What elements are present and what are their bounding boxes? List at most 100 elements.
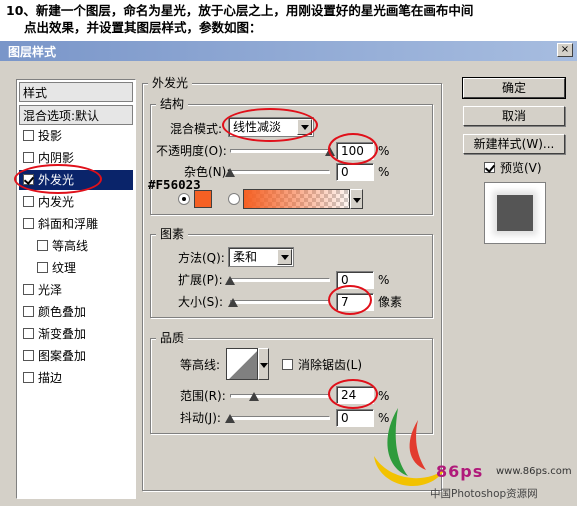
caption-line-2: 点出效果，并设置其图层样式，参数如图： [24,20,262,35]
sidebar-item[interactable]: 等高线 [19,236,133,256]
size-slider-thumb[interactable] [228,298,238,307]
styles-list: 样式 混合选项:默认 投影 内阴影 外发光 内发光 斜面和浮雕 等高线 纹理 光泽 颜色叠加 渐变… [16,79,136,499]
range-label: 范围(R): [180,389,226,403]
sidebar-item-checkbox[interactable] [37,240,48,251]
spread-label: 扩展(P): [178,273,223,287]
watermark-site-name: 中国Photoshop资源网 [430,488,538,500]
elements-title: 图素 [156,227,189,241]
preview-checkbox-box[interactable] [484,162,495,173]
annotation-circle-outer-glow [14,164,102,194]
sidebar-item-checkbox[interactable] [37,262,48,273]
size-unit: 像素 [378,295,403,309]
preview-checkbox[interactable] [484,161,499,175]
noise-slider-thumb[interactable] [225,168,235,177]
caption-line-1: 10、新建一个图层，命名为星光，放于心层之上，用刚设置好的星光画笔在画布中间 [6,3,474,18]
jitter-slider-track[interactable] [230,416,330,420]
blend-mode-label: 混合模式: [170,122,223,136]
antialias-label: 消除锯齿(L) [298,358,363,372]
style-preview-box [484,182,546,244]
sidebar-item[interactable]: 渐变叠加 [19,324,133,344]
noise-slider-track[interactable] [230,170,330,174]
blend-options-item[interactable]: 混合选项:默认 [19,105,133,125]
sidebar-item[interactable]: 描边 [19,368,133,388]
range-slider-thumb[interactable] [249,392,259,401]
ok-button[interactable]: 确定 [462,77,566,99]
size-slider-track[interactable] [230,300,330,304]
sidebar-item[interactable]: 投影 [19,126,133,146]
range-slider-track[interactable] [230,394,330,398]
sidebar-item[interactable]: 内发光 [19,192,133,212]
spread-slider-thumb[interactable] [225,276,235,285]
chevron-down-icon [260,363,268,368]
sidebar-item-label: 图案叠加 [38,349,87,363]
sidebar-item[interactable]: 颜色叠加 [19,302,133,322]
spread-slider-track[interactable] [230,278,330,282]
watermark-brand: 86ps [436,462,484,481]
sidebar-item-checkbox[interactable] [23,306,34,317]
sidebar-item-label: 渐变叠加 [38,327,87,341]
sidebar-item-label: 颜色叠加 [38,305,87,319]
dialog-title-bar: 图层样式 [0,41,577,61]
antialias-checkbox-box[interactable] [282,359,293,370]
sidebar-item[interactable]: 图案叠加 [19,346,133,366]
sidebar-item-label: 内阴影 [38,151,75,165]
styles-header[interactable]: 样式 [19,82,133,102]
new-style-button[interactable]: 新建样式(W)... [463,134,565,154]
technique-select[interactable]: 柔和 [228,247,294,267]
technique-value: 柔和 [233,250,258,264]
structure-title: 结构 [156,97,189,111]
chevron-down-icon [277,249,292,265]
opacity-label: 不透明度(O): [156,144,227,158]
noise-input[interactable]: 0 [336,163,374,181]
sidebar-item-checkbox[interactable] [23,218,34,229]
sidebar-item-checkbox[interactable] [23,152,34,163]
sidebar-item-label: 斜面和浮雕 [38,217,99,231]
jitter-label: 抖动(J): [180,411,221,425]
sidebar-item-checkbox[interactable] [23,130,34,141]
sidebar-item[interactable]: 斜面和浮雕 [19,214,133,234]
jitter-slider-thumb[interactable] [225,414,235,423]
sidebar-item-label: 光泽 [38,283,63,297]
contour-label: 等高线: [180,358,221,372]
outer-glow-title: 外发光 [148,76,193,90]
opacity-slider-track[interactable] [230,149,330,153]
annotation-circle-blend-mode [222,108,318,142]
color-hex-annotation: #F56023 [148,177,201,192]
antialias-checkbox[interactable] [282,358,297,372]
style-preview-swatch [497,195,533,231]
sidebar-item[interactable]: 光泽 [19,280,133,300]
annotation-circle-size [328,285,372,315]
size-label: 大小(S): [178,295,224,309]
sidebar-item-checkbox[interactable] [23,372,34,383]
close-icon: × [560,44,570,55]
sidebar-item[interactable]: 纹理 [19,258,133,278]
technique-label: 方法(Q): [178,251,225,265]
sidebar-item-label: 纹理 [52,261,77,275]
dialog-title: 图层样式 [8,45,57,59]
sidebar-item-checkbox[interactable] [23,328,34,339]
sidebar-item-label: 描边 [38,371,63,385]
contour-preview[interactable] [226,348,258,380]
glow-color-swatch[interactable] [194,190,212,208]
annotation-circle-opacity [328,133,378,165]
close-button[interactable]: × [557,43,573,57]
watermark-url: www.86ps.com [496,466,572,477]
preview-label: 预览(V) [500,161,542,175]
quality-title: 品质 [156,331,189,345]
cancel-button[interactable]: 取消 [463,106,565,126]
chevron-down-icon [353,198,361,203]
sidebar-item-label: 等高线 [52,239,89,253]
gradient-radio[interactable] [228,193,240,205]
noise-percent: % [378,165,390,179]
sidebar-item-checkbox[interactable] [23,284,34,295]
sidebar-item-checkbox[interactable] [23,196,34,207]
gradient-preview[interactable] [243,189,350,209]
sidebar-item-checkbox[interactable] [23,350,34,361]
contour-dropdown[interactable] [258,348,269,380]
solid-color-radio[interactable] [178,193,190,205]
gradient-dropdown[interactable] [350,189,363,209]
spread-percent: % [378,273,390,287]
contour-curve-icon [227,349,257,379]
opacity-percent: % [378,144,390,158]
sidebar-item-label: 投影 [38,129,63,143]
